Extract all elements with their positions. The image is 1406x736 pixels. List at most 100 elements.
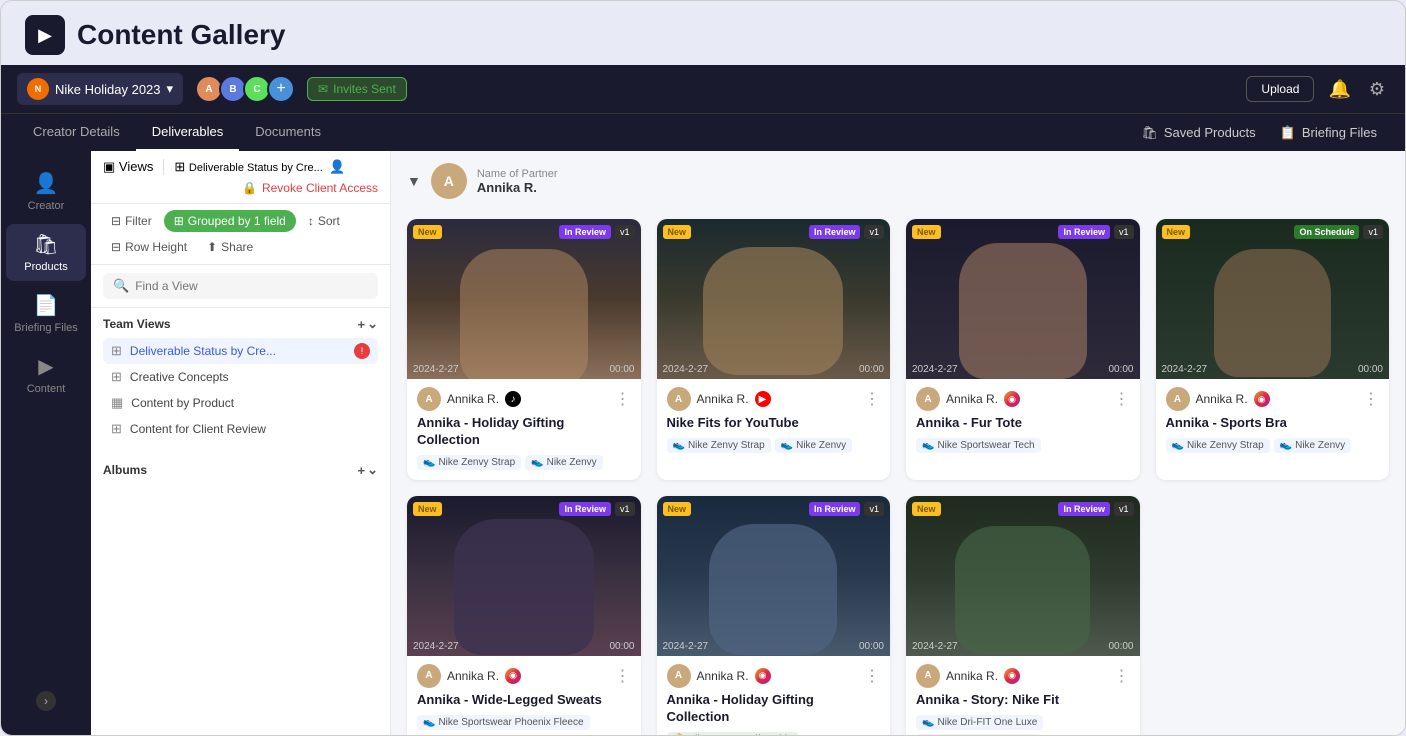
view-item-creative-concepts[interactable]: ⊞ Creative Concepts [103,364,378,390]
content-icon: ▶ [38,354,53,379]
card-menu-button[interactable]: ⋮ [1363,389,1379,409]
filter-toolbar: ⊟ Filter ⊞ Grouped by 1 field ↕ Sort ⊟ R… [91,204,390,265]
card-menu-button[interactable]: ⋮ [1114,389,1130,409]
card-thumbnail: New In Review v1 2024-2-27 00:00 [407,219,641,379]
sidebar-item-creator[interactable]: 👤 Creator [6,163,86,220]
campaign-selector[interactable]: N Nike Holiday 2023 ▾ [17,73,183,105]
tab-deliverables[interactable]: Deliverables [136,114,240,151]
notifications-button[interactable]: 🔔 [1324,75,1354,104]
view-item-deliverable-status[interactable]: ⊞ Deliverable Status by Cre... ! [103,338,378,364]
sidebar-item-label: Content [27,383,66,395]
tag-icon: 👟 [1172,440,1184,451]
badge-version: v1 [1114,502,1134,516]
status-selector[interactable]: ⊞ Deliverable Status by Cre... 👤 [174,159,345,175]
badge-new: New [912,225,941,239]
sidebar-item-label: Briefing Files [14,322,78,334]
panel-toolbar: ▣ Views ⊞ Deliverable Status by Cre... 👤… [91,151,390,204]
card-duration: 00:00 [1108,641,1133,652]
tab-documents[interactable]: Documents [239,114,337,151]
group-header: ▼ A Name of Partner Annika R. [391,151,1405,211]
content-card[interactable]: New In Review v1 2024-2-27 00:00 [407,496,641,735]
mail-icon: ✉ [318,82,328,96]
instagram-icon: ◉ [1004,391,1020,407]
card-menu-button[interactable]: ⋮ [615,666,631,686]
briefing-files-button[interactable]: 📋 Briefing Files [1268,117,1389,149]
card-tags: 👟Nike Zenvy Strap 👟Nike Zenvy [1166,438,1380,453]
views-toggle[interactable]: ▣ Views [103,159,153,175]
content-card[interactable]: New In Review v1 2024-2-27 00:00 [906,219,1140,480]
badge-version: v1 [864,502,884,516]
grid-icon: ⊞ [111,421,122,437]
search-input[interactable] [135,279,368,293]
tag-icon: 👟 [423,717,435,728]
sort-button[interactable]: ↕ Sort [300,210,348,232]
card-title: Annika - Holiday Gifting Collection [417,415,631,449]
card-tags: 👟Nike Sportswear Phoenix Fleece [417,715,631,730]
content-card[interactable]: New In Review v1 2024-2-27 00:00 [906,496,1140,735]
saved-products-button[interactable]: 🛍 Saved Products [1129,117,1267,149]
badge-status: In Review [1058,225,1110,239]
content-card[interactable]: New In Review v1 2024-2-27 00:00 [657,219,891,480]
tag-icon: 👟 [531,457,543,468]
card-username: Annika R. [447,669,499,683]
person-icon: 👤 [329,159,345,174]
card-title: Annika - Sports Bra [1166,415,1380,432]
badge-status: In Review [809,502,861,516]
settings-button[interactable]: ⚙ [1365,75,1389,104]
left-panel: ▣ Views ⊞ Deliverable Status by Cre... 👤… [91,151,391,735]
badge-status: In Review [559,225,611,239]
sidebar: 👤 Creator 🛍 Products 📄 Briefing Files ▶ … [1,151,91,735]
add-view-button[interactable]: + ⌄ [358,316,379,332]
card-date: 2024-2-27 [1162,364,1208,375]
card-username: Annika R. [1196,392,1248,406]
card-tags: 👟Nike Zenvy Strap 👟Nike Zenvy [417,455,631,470]
card-tags: 👟Nike Dri-FIT One Luxe 👟Nike Sportswear … [916,715,1130,735]
card-username: Annika R. [946,669,998,683]
card-title: Annika - Fur Tote [916,415,1130,432]
add-album-button[interactable]: + ⌄ [358,462,379,478]
row-height-button[interactable]: ⊟ Row Height [103,236,195,258]
instagram-icon: ◉ [1004,668,1020,684]
badge-version: v1 [615,502,635,516]
card-title: Annika - Wide-Legged Sweats [417,692,631,709]
grid-icon: ⊞ [111,369,122,385]
card-username: Annika R. [697,669,749,683]
collapse-group-button[interactable]: ▼ [407,173,421,189]
upload-button[interactable]: Upload [1246,76,1314,102]
youtube-icon: ▶ [755,391,771,407]
add-avatar-button[interactable]: + [267,75,295,103]
sidebar-item-briefing[interactable]: 📄 Briefing Files [6,285,86,342]
card-title: Annika - Holiday Gifting Collection [667,692,881,726]
card-menu-button[interactable]: ⋮ [615,389,631,409]
badge-version: v1 [864,225,884,239]
card-menu-button[interactable]: ⋮ [1114,666,1130,686]
filter-button[interactable]: ⊟ Filter [103,210,160,232]
card-duration: 00:00 [1108,364,1133,375]
grouped-button[interactable]: ⊞ Grouped by 1 field [164,210,296,232]
grid-icon: ⊞ [174,159,185,174]
content-card[interactable]: New On Schedule v1 2024-2-27 00:00 [1156,219,1390,480]
badge-status: In Review [809,225,861,239]
card-duration: 00:00 [859,364,884,375]
sidebar-expand-button[interactable]: › [36,691,56,711]
tag-icon: 👟 [1280,440,1292,451]
team-views-section: Team Views + ⌄ ⊞ Deliverable Status by C… [91,308,390,450]
divider [163,159,164,175]
sidebar-item-products[interactable]: 🛍 Products [6,224,86,281]
content-card[interactable]: New In Review v1 2024-2-27 00:00 [657,496,891,735]
tiktok-icon: ♪ [505,391,521,407]
card-menu-button[interactable]: ⋮ [864,666,880,686]
briefing-icon: 📄 [34,293,59,318]
bag-icon: 🛍 [1141,125,1158,141]
content-card[interactable]: New In Review v1 2024-2-27 00:00 [407,219,641,480]
tag-icon: 👟 [922,440,934,451]
view-item-content-client-review[interactable]: ⊞ Content for Client Review [103,416,378,442]
view-item-content-by-product[interactable]: ▦ Content by Product [103,390,378,416]
card-menu-button[interactable]: ⋮ [864,389,880,409]
revoke-client-access-button[interactable]: 🔒 Revoke Client Access [242,181,378,195]
invites-badge[interactable]: ✉ Invites Sent [307,77,407,101]
tab-creator-details[interactable]: Creator Details [17,114,136,151]
share-button[interactable]: ⬆ Share [199,236,261,258]
sidebar-item-content[interactable]: ▶ Content [6,346,86,403]
card-avatar: A [1166,387,1190,411]
